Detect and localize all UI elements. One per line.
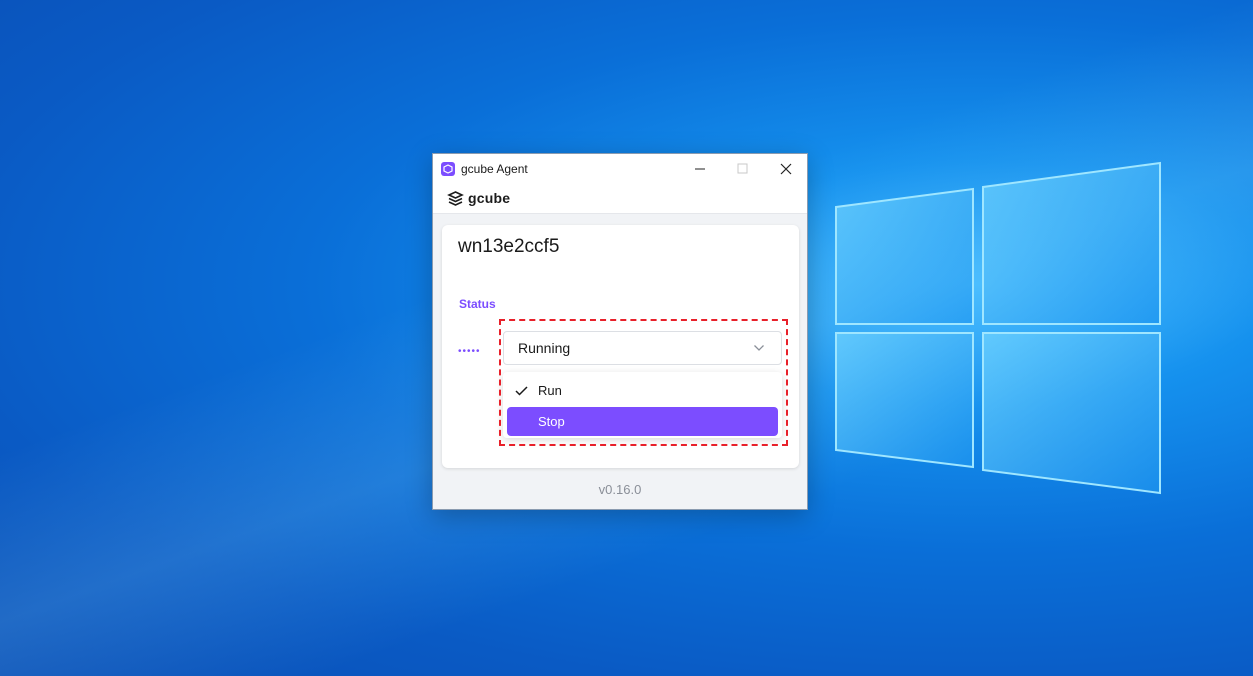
gcube-agent-window: gcube Agent gcube wn13e2ccf5 Status ••••	[432, 153, 808, 510]
title-bar[interactable]: gcube Agent	[433, 154, 807, 183]
check-icon	[515, 385, 529, 396]
version-label: v0.16.0	[598, 482, 642, 497]
hostname: wn13e2ccf5	[458, 236, 560, 257]
gcube-logo-icon	[447, 190, 464, 207]
agent-card: wn13e2ccf5 Status ••••• Running Run Stop	[442, 225, 799, 468]
option-run[interactable]: Run	[507, 376, 778, 405]
minimize-button[interactable]	[678, 154, 721, 183]
brand-bar: gcube	[433, 183, 807, 214]
maximize-button[interactable]	[721, 154, 764, 183]
status-dropdown-menu: Run Stop	[503, 372, 782, 438]
status-select-value: Running	[518, 340, 571, 356]
option-run-label: Run	[538, 383, 562, 398]
status-select[interactable]: Running	[503, 331, 782, 365]
app-icon	[441, 161, 455, 176]
brand-name: gcube	[468, 190, 511, 206]
close-button[interactable]	[764, 154, 807, 183]
close-icon	[780, 163, 791, 174]
chevron-down-icon	[753, 344, 765, 352]
maximize-icon	[737, 163, 748, 174]
status-label: Status	[459, 297, 496, 311]
status-indicator: •••••	[458, 346, 481, 357]
window-title: gcube Agent	[461, 161, 528, 176]
option-stop-label: Stop	[538, 414, 565, 429]
minimize-icon	[694, 168, 705, 169]
option-stop[interactable]: Stop	[507, 407, 778, 436]
